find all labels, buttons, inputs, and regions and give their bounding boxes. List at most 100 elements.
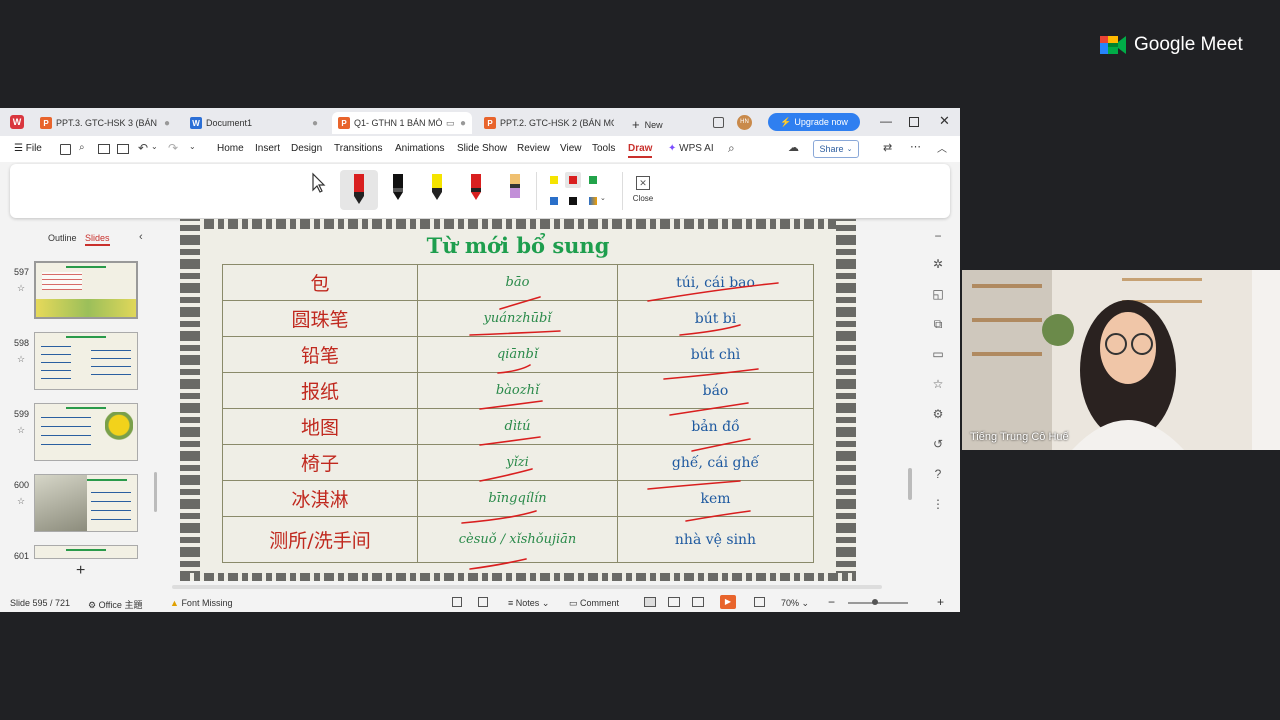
swatch-yellow[interactable]: [550, 176, 558, 184]
star-icon[interactable]: ☆: [932, 378, 944, 390]
tab-slides[interactable]: Slides: [85, 233, 110, 246]
menu-home[interactable]: Home: [217, 143, 244, 154]
font-missing-button[interactable]: ▲ Font Missing: [170, 598, 232, 608]
cloud-icon[interactable]: ☁: [788, 141, 799, 154]
print-preview-icon[interactable]: [117, 144, 129, 154]
protect-icon[interactable]: [478, 597, 488, 607]
swatch-blue[interactable]: [550, 197, 558, 205]
slideshow-button[interactable]: ▶: [720, 595, 736, 609]
swatch-more-colors[interactable]: [589, 197, 597, 205]
red-marker-icon[interactable]: [469, 174, 483, 202]
more-dropdown-icon[interactable]: ⌄: [189, 142, 196, 151]
file-menu[interactable]: ☰ File: [14, 143, 42, 154]
zoom-slider[interactable]: [848, 599, 908, 605]
menu-view[interactable]: View: [560, 143, 582, 154]
tab-label: PPT.2. GTC-HSK 2 (BẢN MỚI: [500, 118, 614, 128]
slide-thumbnail[interactable]: [34, 545, 138, 559]
fit-icon[interactable]: [452, 597, 462, 607]
share-button[interactable]: Share ⌄: [813, 140, 859, 158]
star-icon[interactable]: ☆: [17, 496, 25, 507]
slide-thumbnail[interactable]: [34, 332, 138, 390]
menu-tools[interactable]: Tools: [592, 143, 615, 154]
tab-ppt2[interactable]: P PPT.2. GTC-HSK 2 (BẢN MỚI: [478, 112, 620, 134]
select-cursor-icon[interactable]: [311, 172, 327, 194]
zoom-out-button[interactable]: −: [828, 595, 835, 609]
star-icon[interactable]: ☆: [17, 283, 25, 294]
undo-dropdown-icon[interactable]: ⌄: [151, 142, 158, 151]
avatar[interactable]: HN: [737, 115, 752, 130]
menu-insert[interactable]: Insert: [255, 143, 280, 154]
tab-outline[interactable]: Outline: [48, 233, 77, 243]
swatch-black[interactable]: [569, 197, 577, 205]
tab-ppt3[interactable]: P PPT.3. GTC-HSK 3 (BẢN M ●: [34, 112, 176, 134]
history-icon[interactable]: ↺: [932, 438, 944, 450]
settings-icon[interactable]: ⚙: [932, 408, 944, 420]
collapse-ribbon-icon[interactable]: ︿: [937, 140, 947, 155]
menu-draw[interactable]: Draw: [628, 143, 653, 158]
panel-scrollbar[interactable]: [154, 472, 157, 512]
eraser-icon[interactable]: [508, 174, 522, 202]
new-tab-button[interactable]: + New: [632, 116, 663, 132]
menu-design[interactable]: Design: [291, 143, 322, 154]
upgrade-button[interactable]: ⚡ Upgrade now: [768, 113, 860, 131]
shape-icon[interactable]: ◱: [932, 288, 944, 300]
sync-icon[interactable]: ⇄: [883, 141, 892, 154]
swatch-green[interactable]: [589, 176, 597, 184]
find-icon[interactable]: ⌕: [79, 142, 85, 153]
save-icon[interactable]: [60, 144, 71, 155]
help-icon[interactable]: ?: [932, 468, 944, 480]
black-pen-icon[interactable]: [391, 174, 405, 202]
yellow-highlighter-icon[interactable]: [430, 174, 444, 202]
apps-icon[interactable]: ⋮: [932, 498, 944, 510]
tab-dot-icon[interactable]: ●: [312, 118, 318, 129]
menu-transitions[interactable]: Transitions: [334, 143, 383, 154]
swatch-red[interactable]: [569, 176, 577, 184]
redo-icon[interactable]: ↷: [168, 141, 178, 155]
tab-q1-gthn[interactable]: P Q1- GTHN 1 BẢN MỚ ▭ ●: [332, 112, 472, 134]
menu-animations[interactable]: Animations: [395, 143, 444, 154]
wps-ai-button[interactable]: ✦ WPS AI: [668, 143, 714, 154]
tab-dot-icon[interactable]: ●: [460, 118, 466, 129]
vertical-scrollbar[interactable]: [908, 468, 912, 500]
slide-thumbnail[interactable]: [34, 261, 138, 319]
minimize-button[interactable]: —: [880, 114, 892, 128]
tab-document1[interactable]: W Document1 ●: [184, 112, 324, 134]
grid-view-icon[interactable]: [668, 597, 680, 607]
menu-slide-show[interactable]: Slide Show: [457, 143, 507, 154]
comment-button[interactable]: ▭ Comment: [569, 598, 619, 609]
close-draw-button[interactable]: ✕ Close: [630, 176, 656, 203]
fit-window-icon[interactable]: [754, 597, 765, 607]
reading-view-icon[interactable]: [692, 597, 704, 607]
zoom-in-button[interactable]: +: [937, 595, 944, 609]
tab-dot-icon[interactable]: ●: [164, 118, 170, 129]
add-slide-button[interactable]: +: [76, 562, 85, 580]
restore-button[interactable]: [909, 117, 919, 127]
star-icon[interactable]: ☆: [17, 354, 25, 365]
notes-button[interactable]: ≡ Notes ⌄: [508, 598, 549, 609]
undo-icon[interactable]: ↶: [138, 141, 148, 155]
search-icon[interactable]: ⌕: [728, 141, 735, 156]
slide-canvas[interactable]: Từ mới bổ sung 包 bāo túi, cái bao 圆珠笔 yuánz…: [180, 219, 856, 581]
color-dropdown-icon[interactable]: ⌄: [600, 194, 606, 202]
layers-icon[interactable]: ⧉: [932, 318, 944, 330]
comment-icon[interactable]: ▭: [932, 348, 944, 360]
zoom-level[interactable]: 70% ⌄: [781, 598, 809, 609]
zoom-slider-thumb[interactable]: [872, 599, 878, 605]
slide-thumbnail[interactable]: [34, 474, 138, 532]
magic-icon[interactable]: ✲: [932, 258, 944, 270]
print-icon[interactable]: [98, 144, 110, 154]
collapse-panel-icon[interactable]: ‹: [139, 231, 143, 243]
notes-icon: ≡: [508, 598, 514, 608]
window-list-icon[interactable]: [713, 117, 724, 128]
close-window-button[interactable]: ✕: [939, 113, 950, 129]
horizontal-scrollbar[interactable]: [172, 585, 882, 589]
more-options-icon[interactable]: ⋯: [910, 140, 921, 153]
wps-logo-icon[interactable]: W: [10, 115, 24, 129]
theme-button[interactable]: ⚙ Office 主題: [88, 598, 142, 611]
normal-view-icon[interactable]: [644, 597, 656, 607]
minus-icon[interactable]: −: [932, 230, 944, 242]
star-icon[interactable]: ☆: [17, 425, 25, 436]
menu-review[interactable]: Review: [517, 143, 550, 154]
red-pen-icon[interactable]: [352, 174, 366, 206]
slide-thumbnail[interactable]: [34, 403, 138, 461]
